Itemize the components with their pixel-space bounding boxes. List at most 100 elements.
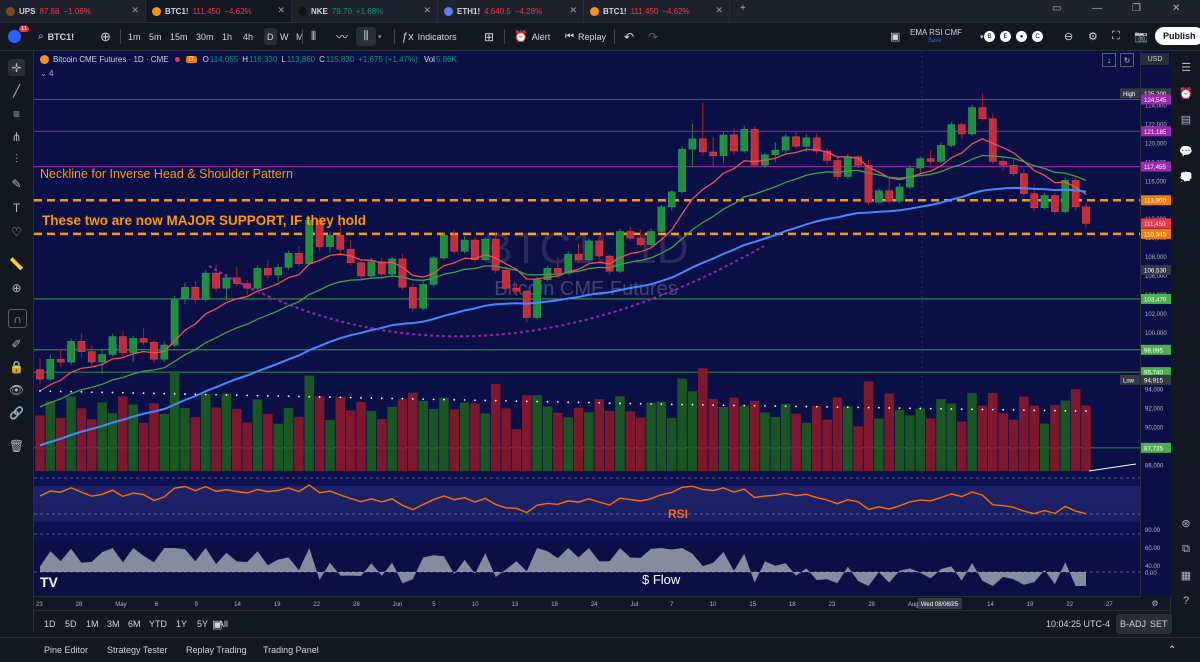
range-3m[interactable]: 3M xyxy=(107,611,120,637)
line-chart-icon[interactable]: 〰 xyxy=(336,23,348,50)
zoom-icon[interactable]: ⊖ xyxy=(1064,23,1073,50)
candle[interactable] xyxy=(999,161,1007,166)
candle[interactable] xyxy=(688,138,697,150)
camera-icon[interactable]: 📷 xyxy=(1134,23,1148,50)
panel-strategy-tester[interactable]: Strategy Tester xyxy=(107,638,167,662)
candle[interactable] xyxy=(336,235,345,250)
replay-button[interactable]: ⏮ Replay xyxy=(565,23,606,50)
maximize-icon[interactable]: ❐ xyxy=(1132,3,1141,14)
interval-1m[interactable]: 1m xyxy=(128,23,141,50)
candle[interactable] xyxy=(957,124,966,135)
fib-icon[interactable]: ≡ xyxy=(8,105,25,122)
chevron-down-icon[interactable]: ▾ xyxy=(378,23,382,50)
candle[interactable] xyxy=(108,336,117,355)
range-6m[interactable]: 6M xyxy=(128,611,141,637)
fullscreen-icon[interactable]: ⛶ xyxy=(1112,23,1120,50)
candle[interactable] xyxy=(843,156,852,177)
candle[interactable] xyxy=(357,262,365,277)
browser-tab[interactable]: UPS 87.88 −1.06% ✕ xyxy=(0,0,146,22)
candle[interactable] xyxy=(1020,173,1028,194)
interval-4h[interactable]: 4h xyxy=(243,23,253,50)
close-icon[interactable]: ✕ xyxy=(277,5,285,16)
panel-trading-panel[interactable]: Trading Panel xyxy=(263,638,319,662)
candle[interactable] xyxy=(719,134,728,156)
browser-tab[interactable]: ETH1! 4,640.5 −4.28% ✕ xyxy=(438,0,584,22)
link-icon[interactable]: 🔗 xyxy=(8,404,25,421)
candle[interactable] xyxy=(864,165,873,203)
layers-icon[interactable]: ⧉ xyxy=(1178,541,1194,557)
chevron-up-icon[interactable]: ⌃ xyxy=(1168,638,1176,662)
candle[interactable] xyxy=(1030,193,1039,209)
watchlist-icon[interactable]: ☰ xyxy=(1178,59,1194,75)
range-5y[interactable]: 5Y xyxy=(197,611,208,637)
candle[interactable] xyxy=(36,369,44,380)
bar-type-icon[interactable]: ⫴ xyxy=(311,23,316,50)
candle[interactable] xyxy=(212,272,220,289)
candle[interactable] xyxy=(678,148,686,192)
candle[interactable] xyxy=(553,268,562,274)
candle[interactable] xyxy=(191,287,200,300)
candle[interactable] xyxy=(833,160,842,177)
interval-d[interactable]: D xyxy=(264,28,277,45)
candle[interactable] xyxy=(181,287,189,299)
candle[interactable] xyxy=(1071,180,1080,208)
candle[interactable] xyxy=(533,279,541,318)
candle[interactable] xyxy=(1009,165,1018,174)
candle[interactable] xyxy=(802,137,811,147)
candle[interactable] xyxy=(709,151,717,156)
candle[interactable] xyxy=(98,354,106,363)
candle[interactable] xyxy=(885,190,894,202)
settings-icon[interactable]: ⚙ xyxy=(1088,23,1098,50)
text-icon[interactable]: T xyxy=(8,199,25,216)
candle[interactable] xyxy=(636,237,645,245)
close-icon[interactable]: ✕ xyxy=(569,5,577,16)
magnet-icon[interactable]: ∩ xyxy=(8,309,27,328)
candle[interactable] xyxy=(1040,195,1049,209)
axis-settings-icon[interactable]: ⚙ xyxy=(1140,596,1170,610)
candle[interactable] xyxy=(698,138,707,153)
candle[interactable] xyxy=(87,351,96,363)
browser-tab[interactable]: NKE 79.70 +1.68% ✕ xyxy=(292,0,438,22)
ideas-icon[interactable]: 💭 xyxy=(1178,169,1194,185)
candle[interactable] xyxy=(440,235,448,259)
candle[interactable] xyxy=(284,253,293,268)
candle[interactable] xyxy=(875,190,883,203)
pattern-icon[interactable]: ⊛ xyxy=(1178,515,1194,531)
drawing-sync-group[interactable]: B E ● C xyxy=(984,23,1043,50)
candle[interactable] xyxy=(512,288,521,292)
candles-icon[interactable]: ⫼ xyxy=(356,27,376,46)
panel-replay-trading[interactable]: Replay Trading xyxy=(186,638,247,662)
layout-icon[interactable]: ▭ xyxy=(1052,3,1061,14)
symbol-search[interactable]: ⌕ BTC1! xyxy=(38,23,74,50)
candle[interactable] xyxy=(139,338,148,343)
lock-icon[interactable]: 🔒 xyxy=(8,358,25,375)
brush-icon[interactable]: ✎ xyxy=(8,175,25,192)
candle[interactable] xyxy=(1061,180,1070,212)
interval-1h[interactable]: 1h xyxy=(222,23,232,50)
candle[interactable] xyxy=(574,253,583,261)
interval-30m[interactable]: 30m xyxy=(196,23,214,50)
candle[interactable] xyxy=(150,341,158,360)
alert-button[interactable]: ⏰ Alert xyxy=(514,23,550,50)
candle[interactable] xyxy=(657,206,666,232)
ruler-icon[interactable]: 📏 xyxy=(8,255,25,272)
panel-pine-editor[interactable]: Pine Editor xyxy=(44,638,88,662)
new-tab-icon[interactable]: + xyxy=(740,3,746,14)
candle[interactable] xyxy=(471,239,479,261)
refresh-icon[interactable]: ↻ xyxy=(1120,53,1134,67)
pitchfork-icon[interactable]: ⋔ xyxy=(8,128,25,145)
browser-tab[interactable]: BTC1! 111,450 −4.62% ✕ xyxy=(146,0,292,22)
candle[interactable] xyxy=(771,149,780,156)
close-icon[interactable]: ✕ xyxy=(131,5,139,16)
zoom-in-icon[interactable]: ⊕ xyxy=(8,279,25,296)
candle[interactable] xyxy=(968,107,976,135)
candle[interactable] xyxy=(1051,195,1059,212)
candle[interactable] xyxy=(56,359,65,363)
candle[interactable] xyxy=(1082,206,1090,224)
candle[interactable] xyxy=(274,267,283,276)
candle[interactable] xyxy=(585,240,593,261)
candle[interactable] xyxy=(812,137,821,152)
goto-date-icon[interactable]: ▣ xyxy=(212,611,222,637)
indicators-toggle[interactable]: ⌄ 4 xyxy=(40,69,53,78)
interval-15m[interactable]: 15m xyxy=(170,23,188,50)
